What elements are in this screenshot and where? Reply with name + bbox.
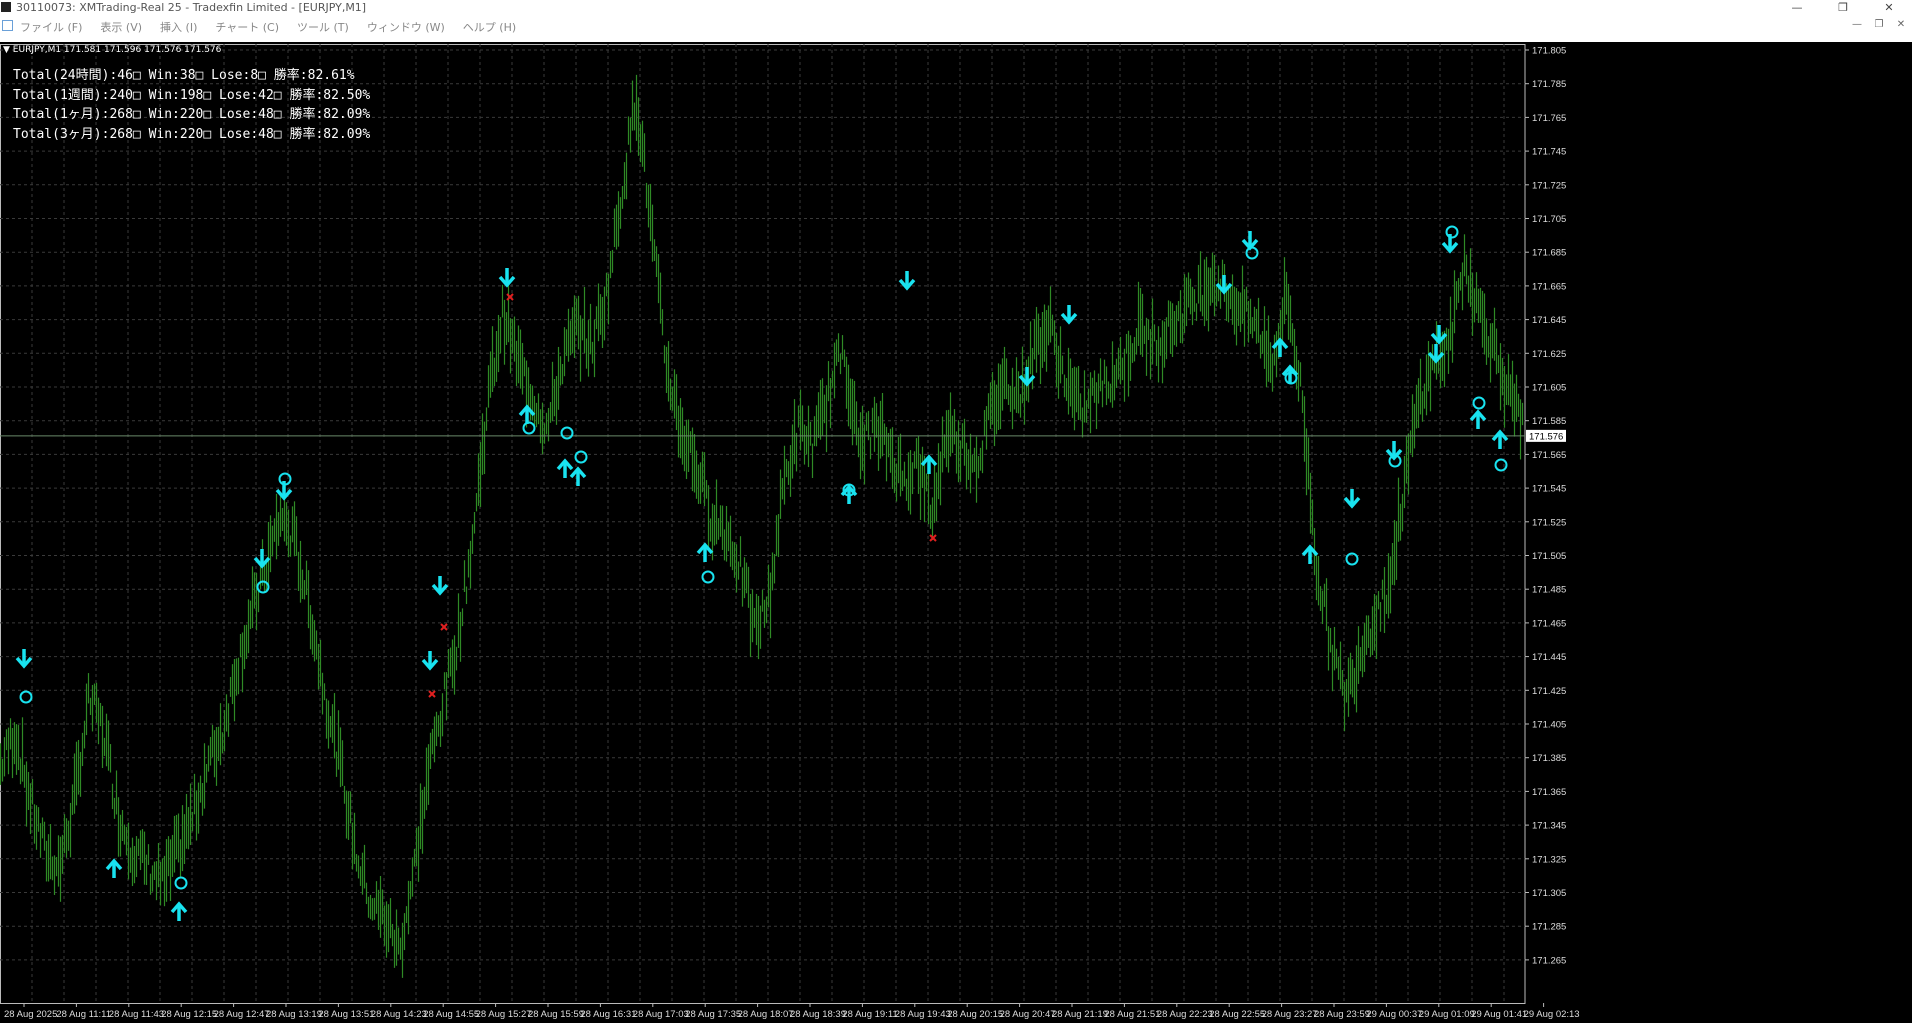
sell-arrow-icon — [15, 649, 33, 669]
price-label: 171.385 — [1532, 753, 1566, 764]
time-label: 28 Aug 23:59 — [1314, 1009, 1370, 1020]
time-label: 28 Aug 22:55 — [1209, 1009, 1265, 1020]
win-circle-icon — [1472, 396, 1486, 410]
time-label: 28 Aug 18:07 — [738, 1009, 794, 1020]
time-label: 29 Aug 01:41 — [1471, 1009, 1527, 1020]
price-label: 171.425 — [1532, 686, 1566, 697]
plot-border — [0, 44, 1526, 1004]
win-circle-icon — [701, 570, 715, 584]
stats-3month: Total(3ヶ月):268□ Win:220□ Lose:48□ 勝率:82.… — [13, 126, 371, 142]
time-label: 28 Aug 12:15 — [161, 1009, 217, 1020]
time-label: 28 Aug 11:43 — [109, 1009, 164, 1020]
price-label: 171.665 — [1532, 281, 1566, 292]
price-label: 171.365 — [1532, 787, 1566, 798]
time-label: 28 Aug 11:11 — [56, 1009, 111, 1020]
buy-arrow-icon — [556, 458, 574, 478]
time-label: 28 Aug 20:15 — [947, 1009, 1003, 1020]
price-label: 171.325 — [1532, 854, 1566, 865]
time-label: 28 Aug 21:19 — [1052, 1009, 1108, 1020]
win-circle-icon — [1494, 458, 1508, 472]
price-label: 171.265 — [1532, 955, 1566, 966]
win-circle-icon — [1245, 246, 1259, 260]
price-label: 171.645 — [1532, 315, 1566, 326]
buy-arrow-icon — [105, 858, 123, 878]
buy-arrow-icon — [569, 466, 587, 486]
price-label: 171.465 — [1532, 618, 1566, 629]
price-label: 171.525 — [1532, 517, 1566, 528]
stats-1month: Total(1ヶ月):268□ Win:220□ Lose:48□ 勝率:82.… — [13, 107, 371, 122]
time-label: 28 Aug 23:27 — [1262, 1009, 1318, 1020]
price-label: 171.725 — [1532, 180, 1566, 191]
win-circle-icon — [1445, 225, 1459, 239]
win-circle-icon — [19, 690, 33, 704]
price-label: 171.625 — [1532, 349, 1566, 360]
price-label: 171.585 — [1532, 416, 1566, 427]
price-label: 171.705 — [1532, 214, 1566, 225]
price-label: 171.445 — [1532, 652, 1566, 663]
price-label: 171.405 — [1532, 720, 1566, 731]
price-label: 171.545 — [1532, 484, 1566, 495]
time-label: 28 Aug 13:51 — [318, 1009, 374, 1020]
buy-arrow-icon — [696, 542, 714, 562]
time-label: 28 Aug 17:03 — [633, 1009, 689, 1020]
time-label: 28 Aug 13:19 — [266, 1009, 322, 1020]
buy-arrow-icon — [1491, 429, 1509, 449]
time-label: 28 Aug 14:23 — [371, 1009, 427, 1020]
price-label: 171.785 — [1532, 79, 1566, 90]
buy-arrow-icon — [170, 901, 188, 921]
current-price-label: 171.576 — [1529, 431, 1563, 442]
time-label: 28 Aug 15:27 — [476, 1009, 532, 1020]
price-label: 171.685 — [1532, 248, 1566, 259]
stats-1week: Total(1週間):240□ Win:198□ Lose:42□ 勝率:82.… — [13, 87, 371, 103]
price-label: 171.345 — [1532, 821, 1566, 832]
sell-arrow-icon — [1241, 231, 1259, 251]
stats-24h: Total(24時間):46□ Win:38□ Lose:8□ 勝率:82.61… — [13, 68, 355, 83]
time-label: 28 Aug 21:51 — [1104, 1009, 1160, 1020]
time-label: 29 Aug 01:09 — [1419, 1009, 1475, 1020]
price-label: 171.485 — [1532, 585, 1566, 596]
time-label: 28 Aug 15:59 — [528, 1009, 584, 1020]
price-label: 171.285 — [1532, 922, 1566, 933]
chart-canvas[interactable]: 171.805 171.785 171.765 171.745 171.725 171.7… — [0, 0, 1912, 1023]
win-circle-icon — [522, 421, 536, 435]
time-label: 28 Aug 19:43 — [895, 1009, 951, 1020]
price-label: 171.805 — [1532, 46, 1566, 57]
time-label: 28 Aug 17:35 — [685, 1009, 741, 1020]
time-label: 28 Aug 18:39 — [790, 1009, 846, 1020]
time-label: 28 Aug 12:47 — [214, 1009, 270, 1020]
time-label: 29 Aug 02:13 — [1524, 1009, 1580, 1020]
win-circle-icon — [574, 450, 588, 464]
price-label: 171.505 — [1532, 551, 1566, 562]
price-label: 171.565 — [1532, 450, 1566, 461]
price-label: 171.765 — [1532, 113, 1566, 124]
time-label: 28 Aug 20:47 — [1000, 1009, 1056, 1020]
time-label: 29 Aug 00:37 — [1366, 1009, 1422, 1020]
sell-arrow-icon — [421, 651, 439, 671]
collapse-triangle-icon[interactable]: ▼ — [3, 45, 13, 55]
time-label: 28 Aug 22:23 — [1157, 1009, 1213, 1020]
price-label: 171.745 — [1532, 147, 1566, 158]
win-circle-icon — [174, 876, 188, 890]
time-label: 28 Aug 14:55 — [423, 1009, 479, 1020]
sell-arrow-icon — [1343, 489, 1361, 509]
time-label: 28 Aug 16:31 — [580, 1009, 636, 1020]
stats-panel: Total(24時間):46□ Win:38□ Lose:8□ 勝率:82.61… — [13, 66, 370, 144]
price-label: 171.305 — [1532, 888, 1566, 899]
time-label: 28 Aug 2025 — [4, 1009, 57, 1020]
time-label: 28 Aug 19:11 — [842, 1009, 897, 1020]
sell-arrow-icon — [498, 268, 516, 288]
symbol-quote: EURJPY,M1 171.581 171.596 171.576 171.57… — [12, 45, 222, 55]
symbol-info: ▼ EURJPY,M1 171.581 171.596 171.576 171.… — [3, 45, 221, 55]
win-circle-icon — [560, 426, 574, 440]
price-label: 171.605 — [1532, 383, 1566, 394]
sell-arrow-icon — [431, 576, 449, 596]
